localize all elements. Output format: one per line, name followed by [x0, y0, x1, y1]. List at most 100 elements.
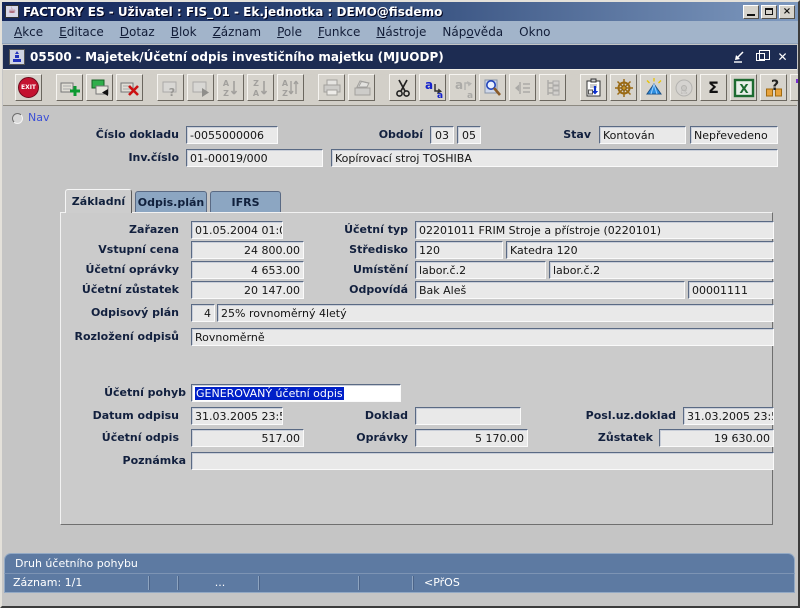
tab-zakladni[interactable]: Základní [65, 189, 132, 213]
odpisovy-plan-label: Odpisový plán [21, 304, 179, 322]
sum-button[interactable]: Σ [700, 74, 727, 101]
gem-button[interactable] [640, 74, 667, 101]
navigator-wheel-icon [613, 77, 635, 99]
list-values-icon [512, 77, 534, 99]
help-keys-button[interactable]: ? [760, 74, 787, 101]
excel-export-icon: X [733, 77, 755, 99]
doklad-label: Doklad [298, 407, 408, 425]
menu-item-dotaz[interactable]: Dotaz [112, 23, 163, 41]
svg-text:A: A [222, 79, 229, 88]
duplicate-record-button[interactable] [86, 74, 113, 101]
cut-button[interactable] [389, 74, 416, 101]
insert-record-button[interactable] [56, 74, 83, 101]
help-icon: ? [793, 77, 800, 99]
stav-field-2[interactable]: Nepřevedeno [690, 126, 778, 144]
ucetni-opravky-field[interactable]: 4 653.00 [191, 261, 304, 279]
print-icon [321, 77, 343, 99]
mdi-title-bar: 05500 - Majetek/Účetní odpis investičníh… [3, 45, 797, 69]
svg-text:A: A [252, 89, 259, 98]
posl-uz-doklad-field[interactable]: 31.03.2005 23:59: [683, 407, 774, 425]
menu-item-funkce[interactable]: Funkce [310, 23, 368, 41]
paste-button[interactable]: aa [419, 74, 446, 101]
ucetni-pohyb-label: Účetní pohyb [21, 384, 186, 402]
odpovida-name-field[interactable]: Bak Aleš [415, 281, 685, 299]
tab-ifrs[interactable]: IFRS [210, 191, 281, 212]
datum-odpisu-field[interactable]: 31.03.2005 23:59: [191, 407, 283, 425]
poznamka-field[interactable] [191, 452, 774, 470]
help-button[interactable]: ? [790, 74, 800, 101]
ucetni-zustatek-label: Účetní zůstatek [21, 281, 179, 299]
exit-button[interactable]: EXIT [15, 74, 42, 101]
menu-item-editace[interactable]: Editace [51, 23, 112, 41]
svg-text:Z: Z [223, 89, 229, 98]
search-button[interactable] [479, 74, 506, 101]
status-separator [148, 576, 149, 590]
menu-item-okno[interactable]: Okno [511, 23, 558, 41]
menu-item-akce[interactable]: Akce [6, 23, 51, 41]
mdi-close-button[interactable]: ✕ [774, 50, 791, 65]
minimize-button[interactable] [743, 5, 759, 19]
navigator-wheel-button[interactable] [610, 74, 637, 101]
menu-item-napoveda[interactable]: Nápověda [434, 23, 511, 41]
ucetni-pohyb-field[interactable]: GENEROVANÝ účetní odpis [191, 384, 401, 402]
obdobi-year-field[interactable]: 05 [457, 126, 481, 144]
vstupni-cena-field[interactable]: 24 800.00 [191, 241, 304, 259]
minimize-icon [747, 14, 755, 16]
ucetni-odpis-field[interactable]: 517.00 [191, 429, 304, 447]
stredisko-code-field[interactable]: 120 [415, 241, 503, 259]
status-separator [258, 576, 259, 590]
mdi-window-title: 05500 - Majetek/Účetní odpis investičníh… [30, 50, 725, 64]
odpovida-label: Odpovídá [298, 281, 408, 299]
sort-multi-button: AZ [277, 74, 304, 101]
app-icon: ☕ [5, 5, 19, 18]
tree-view-icon [542, 77, 564, 99]
umisteni-code-field[interactable]: labor.č.2 [415, 261, 546, 279]
doklad-field[interactable] [415, 407, 521, 425]
svg-text:a: a [466, 91, 472, 99]
status-mode: <PřOS [424, 574, 460, 592]
menu-item-zaznam[interactable]: Záznam [205, 23, 270, 41]
menu-item-nastroje[interactable]: Nástroje [368, 23, 434, 41]
stredisko-name-field[interactable]: Katedra 120 [506, 241, 774, 259]
vstupni-cena-label: Vstupní cena [21, 241, 179, 259]
inv-nazev-field[interactable]: Kopírovací stroj TOSHIBA [331, 149, 778, 167]
search-icon [482, 77, 504, 99]
sum-icon: Σ [708, 80, 719, 96]
message-bar: Druh účetního pohybu [4, 553, 795, 573]
rozlozeni-odpisu-field[interactable]: Rovnoměrně [191, 328, 774, 346]
stav-field-1[interactable]: Kontován [599, 126, 686, 144]
clipboard-import-button[interactable] [580, 74, 607, 101]
copy-icon: aa [452, 77, 474, 99]
inv-cislo-field[interactable]: 01-00019/000 [186, 149, 323, 167]
odpisovy-plan-name-field[interactable]: 25% rovnoměrný 4letý [217, 304, 774, 322]
zustatek-field[interactable]: 19 630.00 [659, 429, 774, 447]
delete-record-button[interactable] [116, 74, 143, 101]
odpovida-code-field[interactable]: 00001111 [688, 281, 774, 299]
cislo-dokladu-field[interactable]: -0055000006 [186, 126, 278, 144]
title-bar: ☕ FACTORY ES - Uživatel : FIS_01 - Ek.je… [2, 2, 798, 21]
close-button[interactable]: × [779, 5, 795, 19]
nav-toggle[interactable] [12, 113, 23, 124]
print-pages-button [348, 74, 375, 101]
menu-item-blok[interactable]: Blok [163, 23, 205, 41]
obdobi-month-field[interactable]: 03 [430, 126, 454, 144]
umisteni-name-field[interactable]: labor.č.2 [549, 261, 774, 279]
opravky-field[interactable]: 5 170.00 [415, 429, 528, 447]
mdi-restore-button[interactable] [752, 50, 769, 65]
svg-text:?: ? [168, 86, 174, 99]
zarazen-field[interactable]: 01.05.2004 01:00: [191, 221, 283, 239]
mdi-minimize-icon [732, 51, 745, 63]
delete-record-icon [119, 77, 141, 99]
menu-item-pole[interactable]: Pole [269, 23, 310, 41]
tab-odpis-plan[interactable]: Odpis.plán [135, 191, 207, 212]
excel-export-button[interactable]: X [730, 74, 757, 101]
umisteni-label: Umístění [298, 261, 408, 279]
mdi-minimize-button[interactable] [730, 50, 747, 65]
status-separator [412, 576, 413, 590]
odpisovy-plan-code-field[interactable]: 4 [191, 304, 215, 322]
ucetni-typ-field[interactable]: 02201011 FRIM Stroje a přístroje (022010… [415, 221, 774, 239]
ucetni-zustatek-field[interactable]: 20 147.00 [191, 281, 304, 299]
svg-text:a: a [436, 91, 442, 99]
maximize-button[interactable] [761, 5, 777, 19]
svg-text:Z: Z [282, 89, 288, 98]
